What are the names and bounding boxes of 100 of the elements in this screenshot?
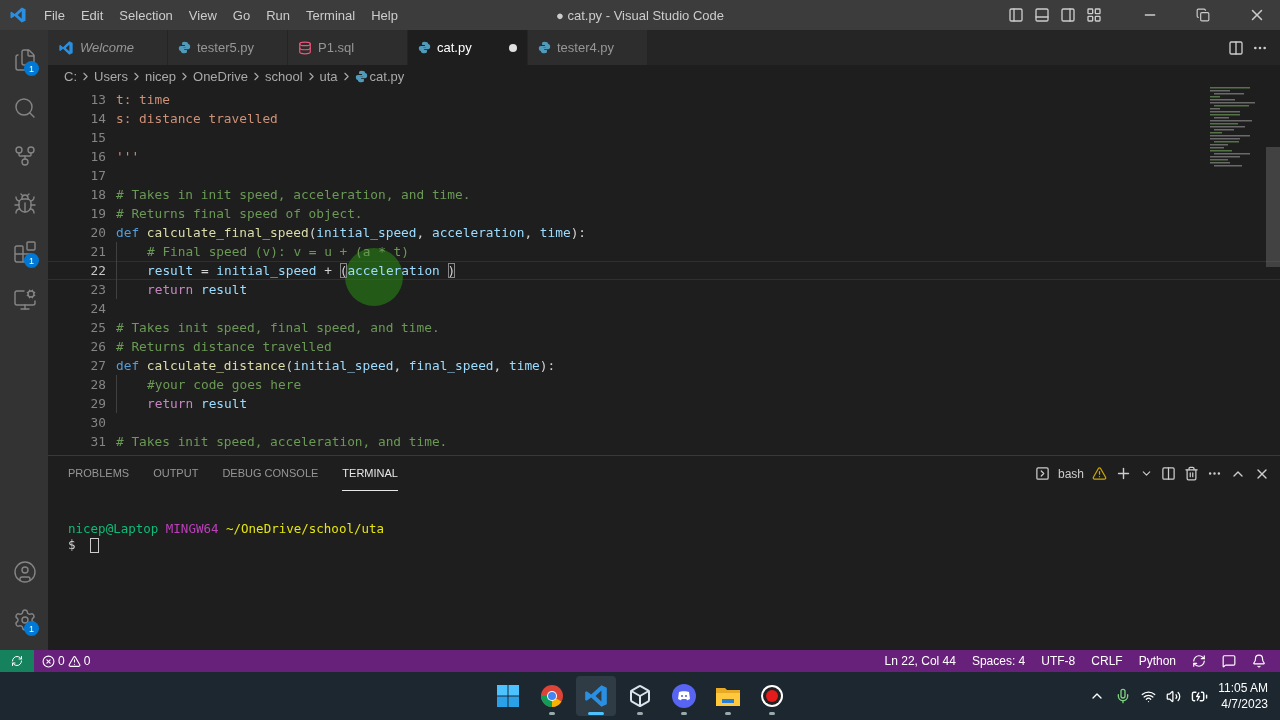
activity-bar-button[interactable]: 1 [0,596,48,644]
status-item[interactable]: UTF-8 [1033,654,1084,668]
line-number: 19 [89,206,107,221]
menu-item[interactable]: Help [363,7,406,23]
tab-label: P1.sql [318,40,356,55]
record-icon [760,684,784,708]
extensions-icon [13,240,37,264]
windows-start-icon [497,685,519,707]
code-line: s: distance travelled [116,110,278,128]
clock-date: 4/7/2023 [1221,696,1268,712]
line-number: 24 [89,301,107,316]
code-line: ''' [116,148,140,166]
menu-item[interactable]: Go [224,7,259,23]
toggle-secondary-sidebar-icon[interactable] [1060,7,1076,23]
chat-app-icon [672,684,696,708]
line-number: 16 [89,149,107,164]
editor-tab[interactable]: P1.sql [288,30,408,65]
feedback-icon[interactable] [1222,654,1236,668]
line-number: 31 [89,434,107,449]
python-file-icon [538,41,551,54]
python-file-icon [354,69,368,83]
terminal-name[interactable]: bash [1057,466,1084,481]
line-number: 14 [89,111,107,126]
remote-indicator[interactable] [0,650,34,672]
remote-icon [13,288,37,312]
status-item[interactable]: Spaces: 4 [963,654,1034,668]
line-number: 21 [89,244,107,259]
breadcrumb-item[interactable]: Users [94,68,128,84]
menu-item[interactable]: View [180,7,225,23]
line-number: 20 [89,225,107,240]
scrollbar-thumb[interactable] [1266,147,1280,267]
new-terminal-icon[interactable] [1115,465,1132,482]
source-control-icon [13,144,37,168]
split-terminal-icon[interactable] [1161,466,1176,481]
delete-icon[interactable] [1184,466,1199,481]
vscode-logo-icon [58,39,74,56]
problems-indicator[interactable]: 0 0 [34,654,99,668]
folder-icon [715,685,741,707]
tab-label: tester4.py [557,40,616,55]
panel-tab[interactable]: PROBLEMS [68,456,130,491]
error-icon [42,654,55,668]
breadcrumb-item[interactable]: nicep [144,68,177,84]
activity-bar-button[interactable]: 1 [0,36,48,84]
breadcrumb-item[interactable]: cat.py [369,68,405,84]
status-item[interactable]: Python [1130,654,1184,668]
window-title: ● cat.py - Visual Studio Code [555,7,724,23]
breadcrumb-item[interactable]: school [264,68,303,84]
editor-tab[interactable]: cat.py [408,30,528,65]
menu-item[interactable]: Edit [72,7,112,23]
restore-icon[interactable] [1196,8,1210,22]
warning-icon [67,654,81,668]
layout-icon[interactable] [1086,7,1102,23]
terminal-icon [1034,466,1050,481]
wifi-icon[interactable] [1141,688,1157,704]
line-number: 30 [89,415,107,430]
breadcrumb-item[interactable]: C: [64,68,77,84]
status-item[interactable]: Ln 22, Col 44 [876,654,964,668]
tab-label: Welcome [80,40,135,55]
line-number: 17 [89,168,107,183]
toggle-panel-icon[interactable] [1034,7,1050,23]
menu-item[interactable]: File [36,7,73,23]
cube-icon [628,684,652,708]
status-item[interactable]: CRLF [1083,654,1131,668]
clock[interactable]: 11:05 AM 4/7/2023 [1218,680,1268,712]
editor-tab[interactable]: Welcome [48,30,168,65]
taskbar-app[interactable] [576,676,616,716]
panel-tab[interactable]: OUTPUT [153,456,199,491]
notifications-icon[interactable] [1252,654,1266,668]
tab-label: tester5.py [197,40,256,55]
breadcrumb-item[interactable]: OneDrive [193,68,248,84]
code-line: return result [116,280,248,299]
code-line: # Takes in init speed, acceleration, and time. [116,186,471,204]
python-file-icon [178,41,191,54]
code-editor-icon [583,683,609,709]
terminal-line: nicep@Laptop MINGW64 ~/OneDrive/school/uta [68,521,386,537]
speaker-icon[interactable] [1166,688,1182,704]
error-count: 0 [58,654,65,668]
panel-tab[interactable]: DEBUG CONSOLE [222,456,319,491]
warning-icon [1092,466,1107,481]
activity-bar-button[interactable]: 1 [0,228,48,276]
toggle-sidebar-icon[interactable] [1008,7,1024,23]
split-editor-icon[interactable] [1228,39,1244,56]
settings-icon [13,608,37,632]
code-line: # Takes init speed, final speed, and time. [116,319,440,337]
editor-tab[interactable]: tester4.py [528,30,648,65]
code-line: return result [116,394,248,413]
menu-item[interactable]: Terminal [298,7,364,23]
app-logo-icon [9,6,27,24]
menu-item[interactable]: Selection [111,7,181,23]
breadcrumb-item[interactable]: uta [319,68,338,84]
editor-tab[interactable]: tester5.py [168,30,288,65]
warning-count: 0 [83,654,91,668]
menu-item[interactable]: Run [258,7,298,23]
line-number: 22 [89,263,107,278]
panel-tab[interactable]: TERMINAL [342,456,398,491]
sync-icon[interactable] [1192,654,1206,668]
code-line: # Returns final speed of object. [116,205,363,223]
code-line: # Takes init speed, acceleration, and time. [116,433,448,451]
database-icon [298,40,312,55]
code-line: t: time [116,91,170,109]
